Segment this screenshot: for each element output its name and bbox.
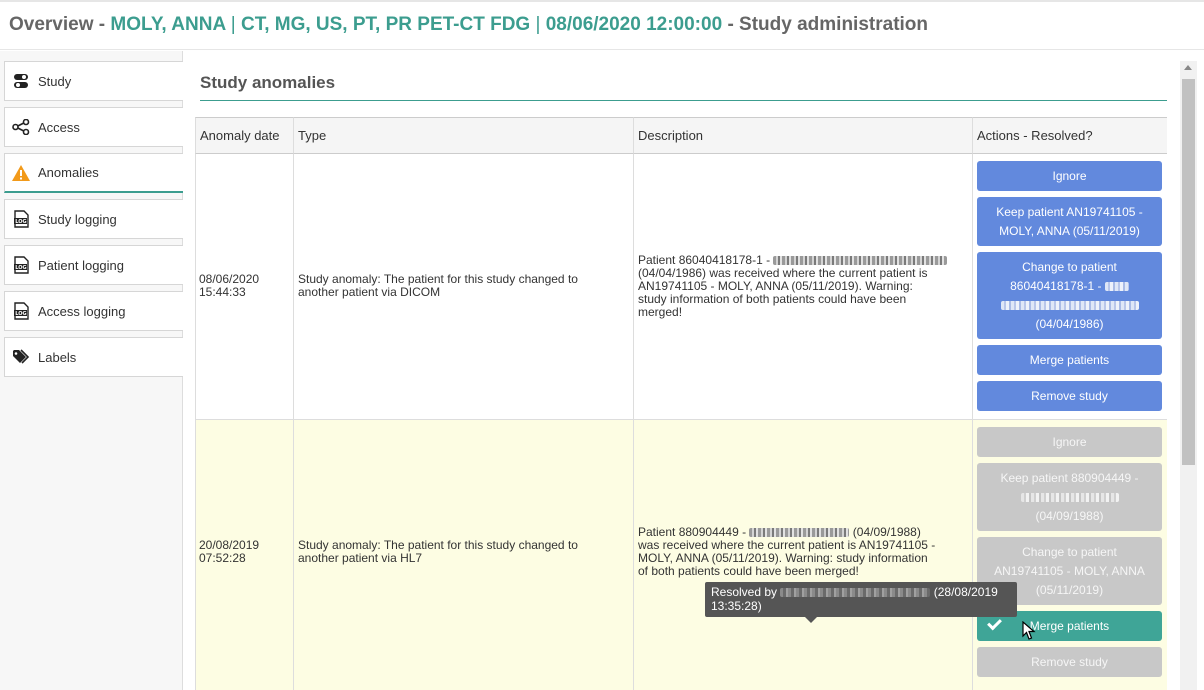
- sidebar-item-access-logging[interactable]: LOG Access logging: [4, 291, 183, 331]
- svg-text:LOG: LOG: [15, 219, 26, 225]
- tags-icon: [11, 347, 31, 367]
- button-label: (04/09/1988): [1035, 508, 1104, 523]
- button-label: AN19741105 - MOLY, ANNA: [994, 563, 1145, 578]
- resolved-tooltip: Resolved by (28/08/2019 13:35:28): [705, 582, 1017, 623]
- vertical-scrollbar[interactable]: [1180, 61, 1197, 690]
- tooltip-text: 13:35:28): [711, 599, 762, 613]
- share-icon: [11, 117, 31, 137]
- sidebar-item-label: Access logging: [38, 303, 126, 319]
- log-file-icon: LOG: [11, 209, 31, 229]
- anomaly-description: Patient 880904449 - (04/09/1988) was rec…: [638, 526, 970, 578]
- title-dash: -: [98, 14, 106, 35]
- title-separator: |: [535, 14, 541, 35]
- desc-text: study information of both patients could…: [638, 292, 907, 306]
- column-header-anomaly-date[interactable]: Anomaly date: [195, 117, 293, 154]
- page-title: Overview - MOLY, ANNA | CT, MG, US, PT, …: [9, 14, 928, 36]
- sidebar-item-label: Patient logging: [38, 257, 125, 273]
- log-file-icon: LOG: [11, 255, 31, 275]
- ignore-button[interactable]: Ignore: [977, 427, 1162, 457]
- sidebar-item-anomalies[interactable]: Anomalies: [4, 153, 183, 193]
- svg-text:LOG: LOG: [15, 311, 26, 317]
- redacted-text: [1020, 492, 1119, 502]
- sidebar-item-label: Study logging: [38, 211, 117, 227]
- section-title: Study anomalies: [200, 73, 336, 92]
- button-label: Keep patient AN19741105 -: [996, 204, 1143, 219]
- desc-text: merged!: [638, 305, 683, 319]
- redacted-patient-name: [773, 256, 948, 266]
- sidebar-item-label: Labels: [38, 349, 77, 365]
- button-label: MOLY, ANNA (05/11/2019): [999, 223, 1140, 238]
- column-header-type[interactable]: Type: [293, 117, 633, 154]
- redacted-patient-name: [749, 528, 850, 538]
- check-icon: [987, 615, 1002, 631]
- button-label: Change to patient: [1022, 544, 1117, 559]
- keep-patient-button[interactable]: Keep patient AN19741105 - MOLY, ANNA (05…: [977, 197, 1162, 246]
- time-line: 15:44:33: [199, 285, 246, 299]
- desc-text: of both patients could have been merged!: [638, 564, 859, 578]
- sidebar-item-label: Study: [38, 73, 72, 89]
- anomaly-date: 08/06/2020 15:44:33: [199, 273, 291, 299]
- sidebar-item-access[interactable]: Access: [4, 107, 183, 147]
- desc-text: Patient 880904449 -: [638, 525, 747, 539]
- title-dash: -: [727, 14, 734, 35]
- scrollbar-thumb[interactable]: [1182, 79, 1195, 465]
- sidebar-item-labels[interactable]: Labels: [4, 337, 183, 377]
- change-patient-button[interactable]: Change to patient 86040418178-1 - (04/04…: [977, 252, 1162, 339]
- redacted-text: [1104, 281, 1129, 291]
- sidebar-item-study[interactable]: Study: [4, 61, 183, 101]
- tooltip-text: Resolved by: [711, 585, 778, 599]
- sidebar-item-label: Anomalies: [38, 165, 99, 180]
- section-divider: [200, 100, 1167, 101]
- svg-text:LOG: LOG: [15, 265, 26, 271]
- sidebar-item-study-logging[interactable]: LOG Study logging: [4, 199, 183, 239]
- title-overview: Overview: [9, 14, 94, 35]
- type-line: another patient via HL7: [298, 551, 423, 565]
- mouse-cursor-icon: [1022, 621, 1036, 640]
- anomaly-type: Study anomaly: The patient for this stud…: [298, 539, 630, 565]
- button-label: (05/11/2019): [1035, 582, 1104, 597]
- title-separator: |: [230, 14, 236, 35]
- scroll-up-icon[interactable]: [1184, 65, 1192, 70]
- warning-icon: [11, 163, 31, 183]
- ignore-button[interactable]: Ignore: [977, 161, 1162, 191]
- title-modalities: CT, MG, US, PT, PR PET-CT FDG: [240, 14, 531, 35]
- anomaly-type: Study anomaly: The patient for this stud…: [298, 273, 630, 299]
- title-patient-name: MOLY, ANNA: [110, 14, 226, 35]
- column-header-description[interactable]: Description: [633, 117, 972, 154]
- type-line: another patient via DICOM: [298, 285, 441, 299]
- redacted-user: [780, 588, 931, 598]
- button-label: Keep patient 880904449 -: [1000, 470, 1139, 485]
- desc-text: (04/09/1988): [852, 525, 921, 539]
- column-header-actions[interactable]: Actions - Resolved?: [972, 117, 1167, 154]
- button-label: 86040418178-1 -: [1010, 278, 1102, 293]
- sidebar: Study Access Anomalies LOG Study logging…: [0, 51, 183, 690]
- page-header: Overview - MOLY, ANNA | CT, MG, US, PT, …: [0, 0, 1204, 50]
- redacted-text: [1000, 300, 1139, 310]
- title-study-date: 08/06/2020 12:00:00: [545, 14, 723, 35]
- button-label: Merge patients: [1029, 618, 1110, 633]
- main-panel: Study anomalies Anomaly date Type Descri…: [183, 51, 1204, 690]
- time-line: 07:52:28: [199, 551, 246, 565]
- sidebar-item-patient-logging[interactable]: LOG Patient logging: [4, 245, 183, 285]
- tooltip-text: (28/08/2019: [933, 585, 998, 599]
- button-label: (04/04/1986): [1035, 316, 1104, 331]
- anomaly-description: Patient 86040418178-1 - (04/04/1986) was…: [638, 254, 970, 319]
- anomaly-date: 20/08/2019 07:52:28: [199, 539, 291, 565]
- sidebar-item-label: Access: [38, 119, 80, 135]
- button-label: Change to patient: [1022, 259, 1117, 274]
- title-page: Study administration: [739, 14, 929, 35]
- merge-patients-button[interactable]: Merge patients: [977, 345, 1162, 375]
- remove-study-button[interactable]: Remove study: [977, 381, 1162, 411]
- log-file-icon: LOG: [11, 301, 31, 321]
- desc-text: Patient 86040418178-1 -: [638, 253, 771, 267]
- keep-patient-button[interactable]: Keep patient 880904449 - (04/09/1988): [977, 463, 1162, 531]
- toggle-icon: [11, 71, 31, 91]
- remove-study-button[interactable]: Remove study: [977, 647, 1162, 677]
